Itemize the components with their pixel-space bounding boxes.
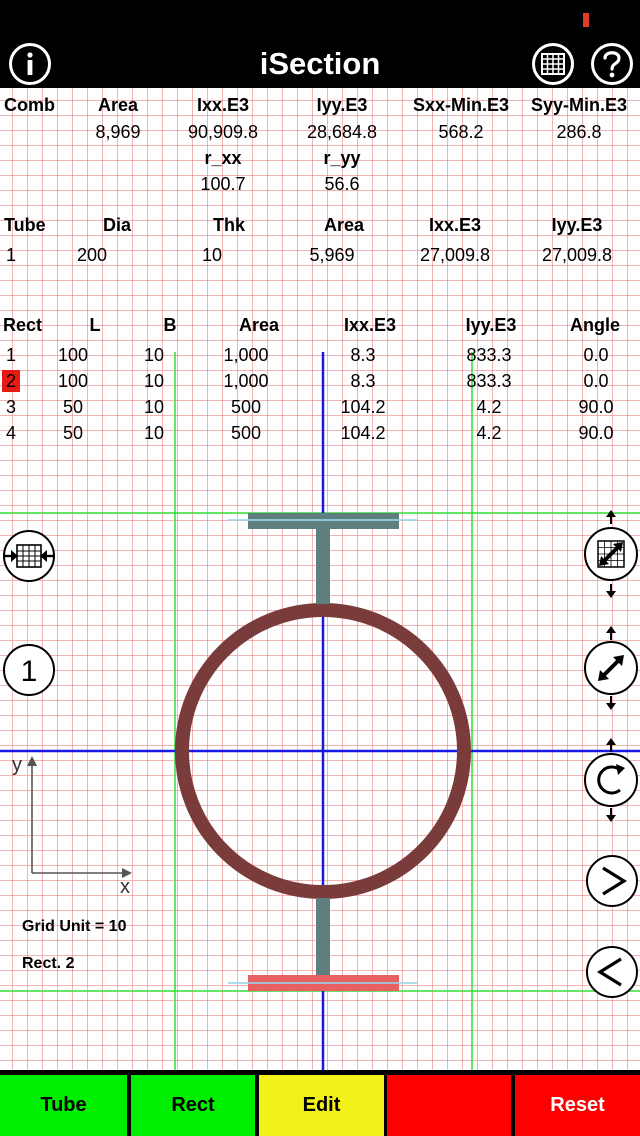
rect-row-iyy: 4.2 — [476, 397, 502, 417]
tube-row-area: 5,969 — [309, 245, 355, 265]
rect-row-index[interactable]: 4 — [6, 423, 16, 444]
edit-button[interactable]: Edit — [259, 1075, 384, 1136]
rect-row-b: 10 — [143, 371, 165, 391]
rect-row-b: 10 — [143, 423, 165, 443]
rect-row-ixx: 8.3 — [350, 345, 376, 365]
axis-y-label: y — [12, 754, 22, 776]
svg-text:1: 1 — [21, 655, 38, 688]
axis-indicator-y-arrow — [27, 756, 37, 766]
grid-unit-label: Grid Unit = 10 — [22, 918, 127, 935]
rect-row-index[interactable]: 1 — [6, 345, 16, 366]
rect-row-angle: 90.0 — [578, 423, 614, 443]
rect-header-area: Area — [238, 315, 280, 335]
comb-header-iyy: Iyy.E3 — [316, 95, 368, 115]
rect-row-iyy: 833.3 — [466, 345, 512, 365]
selection-label: Rect. 2 — [22, 955, 75, 972]
axis-x-label: x — [120, 876, 130, 898]
rect-row-angle: 0.0 — [583, 345, 609, 365]
rect-row-ixx: 8.3 — [350, 371, 376, 391]
rect-row-area: 1,000 — [223, 371, 269, 391]
comb-value-iyy: 28,684.8 — [306, 122, 378, 142]
previous-icon[interactable] — [585, 945, 639, 999]
layer-number-icon[interactable]: 1 — [2, 643, 56, 697]
rect-header-ixx: Ixx.E3 — [343, 315, 397, 335]
rect-row-index[interactable]: 3 — [6, 397, 16, 418]
rect-header-label: Rect — [3, 315, 43, 335]
comb-value-ixx: 90,909.8 — [187, 122, 259, 142]
rect-shape-4 — [316, 898, 330, 976]
next-icon[interactable] — [585, 854, 639, 908]
section-canvas[interactable] — [0, 0, 640, 1136]
tube-header-dia: Dia — [102, 215, 132, 235]
rect-row-ixx: 104.2 — [340, 423, 386, 443]
comb-value-ryy: 56.6 — [324, 174, 360, 194]
rect-header-l: L — [89, 315, 101, 335]
comb-header-rxx: r_xx — [204, 148, 242, 168]
tube-row-dia: 200 — [76, 245, 108, 265]
rect-header-iyy: Iyy.E3 — [465, 315, 517, 335]
rect-row-area: 500 — [230, 423, 262, 443]
rect-row-l: 100 — [57, 371, 89, 391]
blank-button[interactable] — [387, 1075, 511, 1136]
tube-header-area: Area — [323, 215, 365, 235]
rect-row-b: 10 — [143, 397, 165, 417]
tube-row-ixx: 27,009.8 — [419, 245, 491, 265]
rect-row-iyy: 833.3 — [466, 371, 512, 391]
fit-width-icon[interactable] — [2, 529, 56, 583]
rect-header-b: B — [163, 315, 177, 335]
tube-row-iyy: 27,009.8 — [541, 245, 613, 265]
reset-button[interactable]: Reset — [515, 1075, 640, 1136]
comb-header-syy: Syy-Min.E3 — [530, 95, 628, 115]
tube-header-ixx: Ixx.E3 — [428, 215, 482, 235]
comb-header-ixx: Ixx.E3 — [196, 95, 250, 115]
rect-row-index[interactable]: 2 — [6, 371, 16, 392]
rect-row-iyy: 4.2 — [476, 423, 502, 443]
rect-row-b: 10 — [143, 345, 165, 365]
tube-header-label: Tube — [4, 215, 46, 235]
rotate-icon[interactable] — [583, 738, 639, 822]
tube-button[interactable]: Tube — [0, 1075, 127, 1136]
tube-row-index[interactable]: 1 — [6, 245, 16, 266]
comb-value-sxx: 568.2 — [438, 122, 484, 142]
rect-row-l: 50 — [62, 423, 84, 443]
rect-row-l: 100 — [57, 345, 89, 365]
tube-row-thk: 10 — [201, 245, 223, 265]
tube-header-iyy: Iyy.E3 — [551, 215, 603, 235]
comb-header-sxx: Sxx-Min.E3 — [412, 95, 510, 115]
comb-value-syy: 286.8 — [556, 122, 602, 142]
comb-header-label: Comb — [4, 95, 55, 115]
rect-row-area: 1,000 — [223, 345, 269, 365]
rect-button[interactable]: Rect — [131, 1075, 255, 1136]
comb-value-area: 8,969 — [95, 122, 141, 142]
rect-row-ixx: 104.2 — [340, 397, 386, 417]
rect-header-angle: Angle — [569, 315, 621, 335]
rect-row-area: 500 — [230, 397, 262, 417]
comb-value-rxx: 100.7 — [200, 174, 246, 194]
resize-rect-icon[interactable] — [583, 510, 639, 598]
rect-shape-3 — [316, 528, 330, 604]
comb-header-area: Area — [97, 95, 139, 115]
tube-header-thk: Thk — [212, 215, 246, 235]
rect-row-angle: 0.0 — [583, 371, 609, 391]
comb-header-ryy: r_yy — [323, 148, 361, 168]
rect-row-l: 50 — [62, 397, 84, 417]
rect-row-angle: 90.0 — [578, 397, 614, 417]
move-diagonal-icon[interactable] — [583, 626, 639, 710]
